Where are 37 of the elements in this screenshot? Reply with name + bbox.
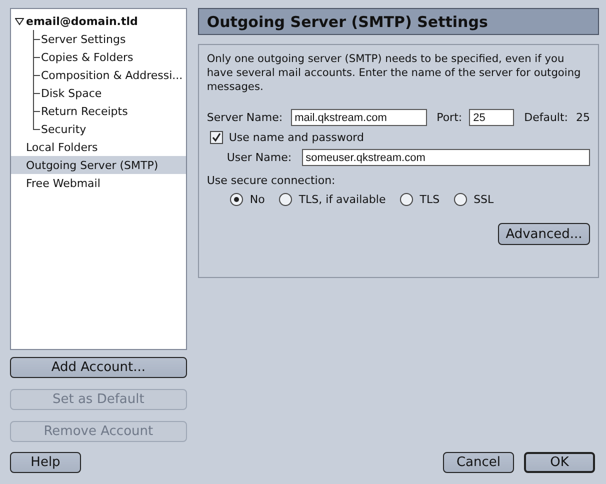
tree-item[interactable]: Disk Space: [41, 86, 102, 100]
radio-label: SSL: [474, 193, 494, 206]
field-label: User Name:: [226, 151, 292, 164]
radio-button[interactable]: [278, 193, 292, 206]
default-port-value: 25: [576, 111, 590, 124]
panel-title: Outgoing Server (SMTP) Settings: [198, 8, 599, 35]
section-label: Use secure connection:: [206, 174, 336, 187]
help-button[interactable]: Help: [10, 452, 81, 473]
checkbox-label: Use name and password: [228, 131, 364, 144]
advanced-button[interactable]: Advanced...: [498, 223, 590, 245]
tree-item[interactable]: Local Folders: [11, 140, 98, 154]
radio-label: TLS: [420, 193, 440, 206]
expanded-triangle-icon[interactable]: [15, 16, 24, 26]
field-label: Default:: [524, 111, 568, 124]
dialog-button[interactable]: OK: [524, 452, 595, 473]
account-button[interactable]: Add Account...: [10, 357, 187, 378]
user-name-field[interactable]: someuser.qkstream.com: [302, 149, 590, 166]
tree-item[interactable]: Composition & Addressi...: [41, 68, 183, 82]
server-name-field[interactable]: mail.qkstream.com: [290, 109, 427, 126]
account-item[interactable]: email@domain.tld: [26, 14, 138, 28]
field-label: Server Name:: [206, 111, 283, 124]
radio-button[interactable]: [230, 193, 243, 206]
field-label: Port:: [436, 111, 462, 124]
radio-label: No: [250, 193, 265, 206]
dialog-button[interactable]: Cancel: [443, 452, 514, 473]
radio-label: TLS, if available: [298, 193, 386, 206]
checkbox[interactable]: [210, 131, 223, 144]
radio-button[interactable]: [400, 193, 413, 206]
tree-item[interactable]: Free Webmail: [11, 176, 100, 190]
tree-item[interactable]: Return Receipts: [41, 104, 128, 118]
tree-item[interactable]: Security: [41, 122, 86, 136]
description-text: Only one outgoing server (SMTP) needs to be specified, even if you have several mail accounts. Enter the name of the server for outgoing messages.: [206, 52, 582, 94]
port-field[interactable]: 25: [469, 109, 514, 126]
radio-button[interactable]: [454, 193, 467, 206]
tree-item[interactable]: Server Settings: [41, 32, 126, 46]
tree-item[interactable]: Outgoing Server (SMTP): [11, 158, 158, 172]
tree-item[interactable]: Copies & Folders: [41, 50, 134, 64]
